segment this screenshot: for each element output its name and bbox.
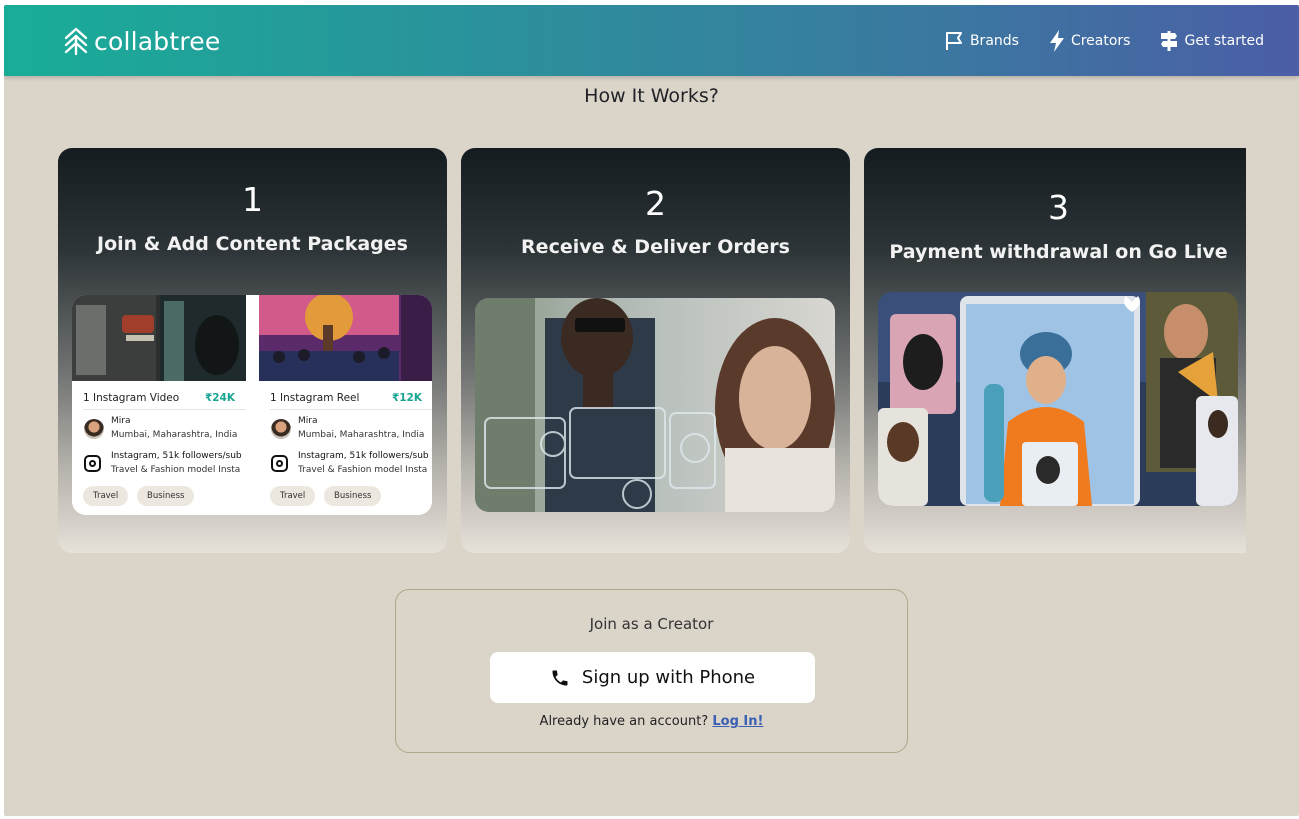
creator-name: Mira bbox=[298, 416, 318, 426]
brand-name: collabtree bbox=[94, 26, 221, 56]
divider bbox=[83, 409, 246, 410]
creator-name: Mira bbox=[111, 416, 131, 426]
page-frame: collabtree Brands Creators Get started H… bbox=[4, 5, 1299, 816]
step-title: Join & Add Content Packages bbox=[97, 233, 408, 255]
tag-chip: Business bbox=[137, 486, 195, 506]
signpost-icon bbox=[1161, 31, 1178, 51]
tag-chip: Business bbox=[324, 486, 382, 506]
nav-brands[interactable]: Brands bbox=[944, 31, 1019, 51]
package-card: 1 Instagram Video ₹24K Mira Mumbai, Maha… bbox=[72, 295, 246, 515]
creator-description: Travel & Fashion model Insta bbox=[111, 465, 241, 475]
package-thumbnail-image bbox=[72, 295, 246, 381]
step-title: Payment withdrawal on Go Live bbox=[889, 241, 1228, 263]
nav-menu: Brands Creators Get started bbox=[944, 30, 1264, 52]
package-title: 1 Instagram Reel bbox=[270, 392, 360, 404]
nav-creators[interactable]: Creators bbox=[1049, 30, 1131, 52]
package-price: ₹12K bbox=[391, 392, 422, 404]
package-title: 1 Instagram Video bbox=[83, 392, 180, 404]
tag-chip: Travel bbox=[270, 486, 316, 506]
step-card-2: 2 Receive & Deliver Orders bbox=[461, 148, 850, 553]
creator-location: Mumbai, Maharashtra, India bbox=[111, 430, 238, 440]
packages-preview: 1 Instagram Video ₹24K Mira Mumbai, Maha… bbox=[72, 295, 432, 515]
step-card-1: 1 Join & Add Content Packages 1 Instagra… bbox=[58, 148, 447, 553]
package-price: ₹24K bbox=[204, 392, 235, 404]
bolt-icon bbox=[1049, 30, 1064, 52]
phone-icon bbox=[552, 670, 568, 685]
tree-logo-icon bbox=[64, 27, 88, 55]
instagram-icon bbox=[84, 455, 101, 472]
creator-stats: Instagram, 51k followers/sub bbox=[111, 451, 242, 461]
nav-creators-label: Creators bbox=[1070, 33, 1131, 49]
instagram-icon bbox=[271, 455, 288, 472]
join-title: Join as a Creator bbox=[589, 615, 714, 633]
orders-illustration-image bbox=[475, 298, 835, 512]
creator-location: Mumbai, Maharashtra, India bbox=[298, 430, 425, 440]
nav-get-started-label: Get started bbox=[1184, 33, 1264, 49]
top-navbar: collabtree Brands Creators Get started bbox=[4, 5, 1299, 76]
tag-chip: Travel bbox=[83, 486, 129, 506]
join-creator-panel: Join as a Creator Sign up with Phone Alr… bbox=[395, 589, 908, 753]
how-it-works-title: How It Works? bbox=[584, 85, 719, 107]
creator-avatar bbox=[271, 419, 291, 439]
login-prompt-text: Already have an account? bbox=[539, 714, 709, 729]
package-card: 1 Instagram Reel ₹12K Mira Mumbai, Mahar… bbox=[259, 295, 432, 515]
creator-avatar bbox=[84, 419, 104, 439]
creator-description: Travel & Fashion model Insta bbox=[298, 465, 428, 475]
step-title: Receive & Deliver Orders bbox=[521, 236, 790, 258]
signup-phone-button[interactable]: Sign up with Phone bbox=[490, 652, 815, 703]
package-thumbnail-image bbox=[259, 295, 432, 381]
step-number: 1 bbox=[242, 180, 263, 219]
nav-get-started[interactable]: Get started bbox=[1160, 31, 1264, 51]
brand-logo[interactable]: collabtree bbox=[64, 25, 220, 57]
creators-collage-image bbox=[878, 292, 1238, 506]
login-link[interactable]: Log In! bbox=[712, 714, 763, 729]
creator-stats: Instagram, 51k followers/sub bbox=[298, 451, 429, 461]
step-number: 3 bbox=[1048, 188, 1069, 227]
step-card-3: 3 Payment withdrawal on Go Live bbox=[864, 148, 1246, 553]
flag-icon bbox=[945, 32, 962, 50]
nav-brands-label: Brands bbox=[969, 33, 1019, 49]
login-prompt-line: Already have an account? Log In! bbox=[396, 714, 907, 729]
step-number: 2 bbox=[645, 184, 666, 223]
divider bbox=[270, 409, 432, 410]
signup-phone-label: Sign up with Phone bbox=[581, 667, 756, 688]
